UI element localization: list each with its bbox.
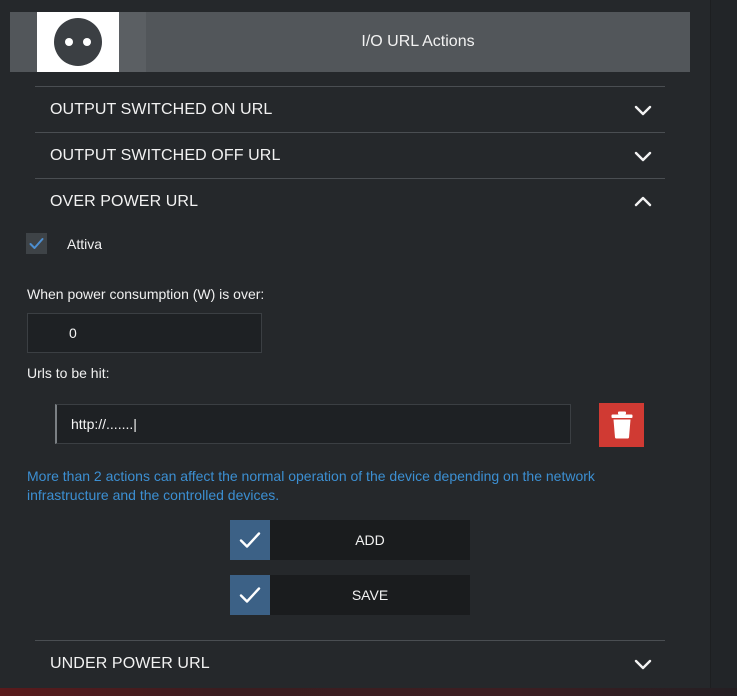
header-logo-divider — [119, 12, 146, 72]
bottom-edge-strip — [0, 688, 737, 696]
accordion-output-off-label: OUTPUT SWITCHED OFF URL — [50, 146, 281, 164]
add-check-icon-box — [230, 520, 270, 560]
enable-row: Attiva — [26, 233, 102, 254]
page-title: I/O URL Actions — [361, 33, 475, 50]
checkmark-icon — [239, 587, 261, 603]
enable-label: Attiva — [67, 235, 103, 252]
enable-checkbox[interactable] — [26, 233, 47, 254]
right-scroll-rail — [710, 0, 737, 696]
power-socket-icon — [54, 18, 102, 66]
device-logo — [37, 12, 119, 72]
accordion-over-power-label: OVER POWER URL — [50, 192, 199, 210]
accordion-under-power-label: UNDER POWER URL — [50, 654, 210, 672]
save-check-icon-box — [230, 575, 270, 615]
socket-hole-left — [65, 38, 73, 46]
accordion-over-power[interactable]: OVER POWER URL — [35, 178, 665, 224]
chevron-down-icon — [634, 151, 652, 161]
chevron-up-icon — [634, 196, 652, 206]
actions-warning-text: More than 2 actions can affect the norma… — [27, 468, 595, 503]
add-button[interactable]: ADD — [230, 520, 470, 560]
chevron-down-icon — [634, 105, 652, 115]
accordion-output-on[interactable]: OUTPUT SWITCHED ON URL — [35, 86, 665, 132]
save-button[interactable]: SAVE — [230, 575, 470, 615]
threshold-input[interactable]: 0 — [27, 313, 262, 353]
urls-label: Urls to be hit: — [27, 365, 110, 381]
accordion-output-on-label: OUTPUT SWITCHED ON URL — [50, 100, 273, 118]
threshold-label: When power consumption (W) is over: — [27, 286, 265, 302]
chevron-down-icon — [634, 659, 652, 669]
threshold-value: 0 — [69, 325, 77, 341]
delete-url-button[interactable] — [599, 403, 644, 447]
save-button-label: SAVE — [351, 587, 389, 603]
checkmark-icon — [239, 532, 261, 548]
add-button-label: ADD — [355, 532, 385, 548]
accordion-under-power[interactable]: UNDER POWER URL — [35, 640, 665, 686]
url-value: http://.......| — [71, 416, 137, 432]
socket-hole-right — [83, 38, 91, 46]
accordion-output-off[interactable]: OUTPUT SWITCHED OFF URL — [35, 132, 665, 178]
checkmark-icon — [29, 238, 44, 249]
url-input[interactable]: http://.......| — [55, 404, 571, 444]
trash-icon — [611, 411, 632, 439]
